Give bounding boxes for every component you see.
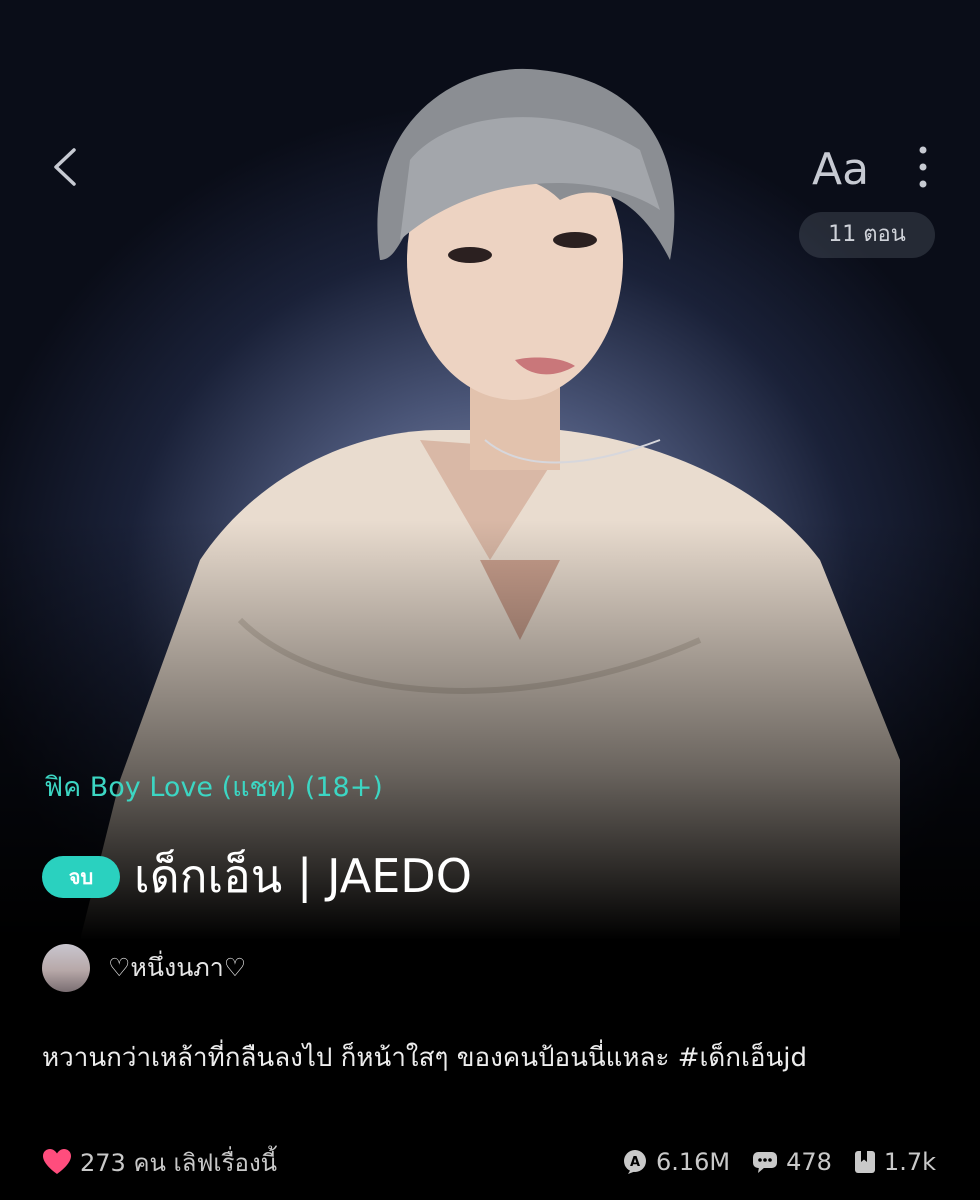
- svg-text:Aa: Aa: [812, 144, 869, 194]
- svg-text:A: A: [630, 1155, 640, 1170]
- stats-group: A 6.16M 478 1.7k: [600, 1148, 936, 1176]
- status-badge: จบ: [42, 855, 120, 898]
- likes-text: 273 คน เลิฟเรื่องนี้: [80, 1148, 278, 1177]
- back-chevron-icon: [54, 148, 76, 186]
- author-name: ♡หนึ่งนภา♡: [108, 953, 247, 982]
- title-row: จบ เด็กเอ็น | JAEDO: [42, 840, 472, 913]
- comments-count: 478: [786, 1148, 832, 1176]
- genre-label[interactable]: ฟิค Boy Love (แชท) (18+): [44, 765, 383, 808]
- stats-footer: 273 คน เลิฟเรื่องนี้ A 6.16M 478 1.7k: [42, 1142, 936, 1182]
- author-link[interactable]: ♡หนึ่งนภา♡: [42, 944, 246, 992]
- more-vertical-icon: [919, 146, 927, 188]
- story-description: หวานกว่าเหล้าที่กลืนลงไป ก็หน้าใสๆ ของคน…: [42, 1043, 807, 1073]
- views-count: 6.16M: [655, 1148, 731, 1176]
- more-options-button[interactable]: [906, 140, 940, 194]
- back-button[interactable]: [44, 142, 88, 192]
- saves-stat[interactable]: 1.7k: [854, 1148, 936, 1176]
- comment-icon: [753, 1152, 778, 1173]
- avatar: [42, 944, 90, 992]
- comments-stat[interactable]: 478: [752, 1148, 832, 1176]
- views-icon: A: [623, 1150, 646, 1174]
- saves-count: 1.7k: [883, 1148, 936, 1176]
- font-size-icon: Aa: [812, 144, 869, 195]
- story-title: เด็กเอ็น | JAEDO: [134, 849, 472, 903]
- views-stat: A 6.16M: [622, 1148, 730, 1176]
- like-button[interactable]: 273 คน เลิฟเรื่องนี้: [42, 1143, 277, 1182]
- heart-icon: [43, 1149, 71, 1174]
- font-size-button[interactable]: Aa: [812, 140, 876, 195]
- episodes-badge: 11 ตอน: [799, 212, 935, 258]
- bookmark-icon: [854, 1151, 875, 1173]
